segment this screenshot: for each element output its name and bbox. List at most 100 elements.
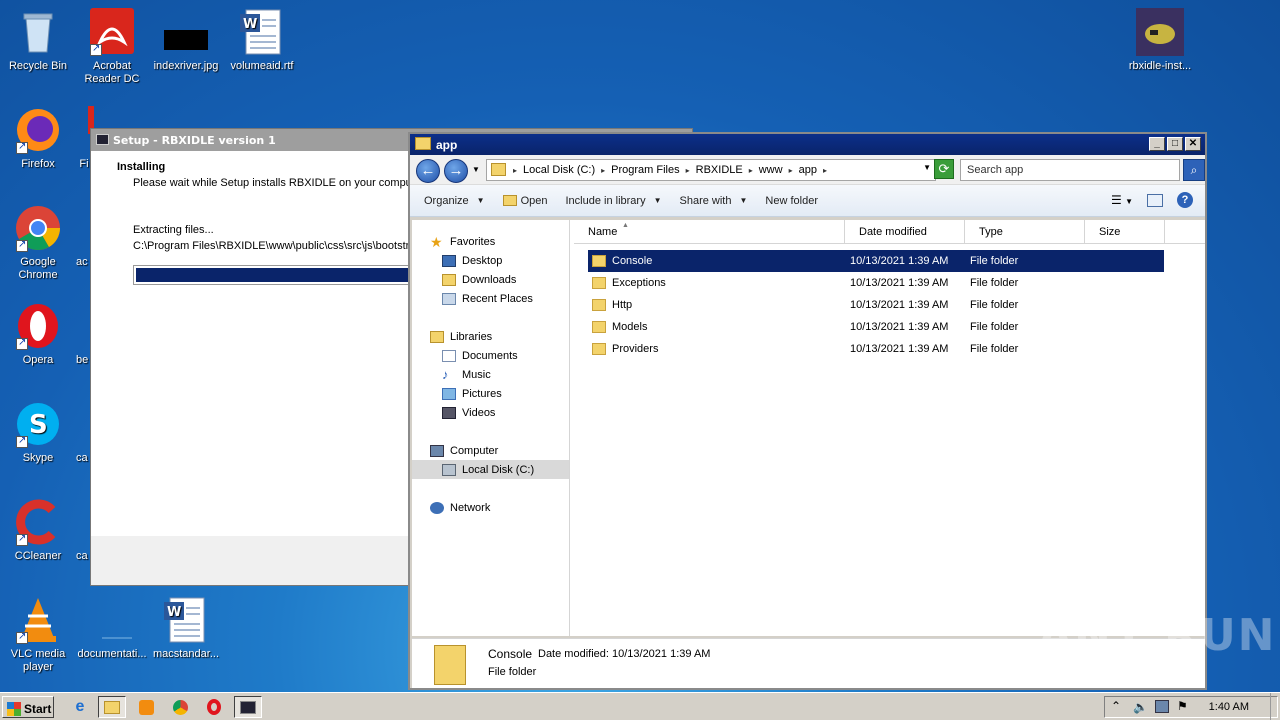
desktop-icon-label: ca [76, 550, 88, 562]
preview-pane-icon[interactable] [1147, 193, 1163, 207]
breadcrumb-rbxidle[interactable]: RBXIDLE [696, 164, 743, 176]
desktop-icon-label: Firefox [21, 158, 55, 170]
nav-documents[interactable]: Documents [412, 346, 569, 365]
desktop-icon-opera[interactable]: Opera [0, 302, 76, 367]
nav-libraries[interactable]: Libraries [412, 327, 569, 346]
breadcrumb-separator-icon[interactable]: ▸ [789, 166, 793, 175]
clock[interactable]: 1:40 AM [1209, 701, 1249, 713]
desktop-icon-acrobat[interactable]: Acrobat Reader DC [74, 8, 150, 86]
taskbar-explorer[interactable] [98, 696, 126, 718]
column-type[interactable]: Type [965, 220, 1085, 243]
setup-title: Setup - RBXIDLE version 1 [113, 134, 276, 147]
view-options-icon[interactable]: ☰ ▼ [1111, 193, 1133, 207]
breadcrumb-local-disk[interactable]: Local Disk (C:) [523, 164, 595, 176]
breadcrumb-separator-icon[interactable]: ▸ [513, 166, 517, 175]
desktop-icon-partial[interactable]: ca [76, 452, 90, 465]
nav-desktop[interactable]: Desktop [412, 251, 569, 270]
tray-expand-icon[interactable]: ⌃ [1111, 699, 1121, 713]
open-button[interactable]: Open [502, 195, 547, 207]
desktop-icon-volumeaid[interactable]: W volumeaid.rtf [224, 8, 300, 73]
new-folder-button[interactable]: New folder [765, 195, 818, 207]
nav-network[interactable]: Network [412, 498, 569, 517]
column-label: Date modified [859, 226, 927, 238]
show-desktop-button[interactable] [1270, 693, 1280, 720]
nav-music[interactable]: ♪ Music [412, 365, 569, 384]
desktop-icon-macstandar[interactable]: W macstandar... [148, 596, 224, 661]
desktop-icon-indexriver[interactable]: indexriver.jpg [148, 8, 224, 73]
nav-favorites[interactable]: ★ Favorites [412, 232, 569, 251]
breadcrumb-separator-icon[interactable]: ▸ [686, 166, 690, 175]
file-name: Http [612, 299, 633, 311]
nav-recent-places[interactable]: Recent Places [412, 289, 569, 308]
breadcrumb-separator-icon[interactable]: ▸ [601, 166, 605, 175]
column-size[interactable]: Size [1085, 220, 1165, 243]
network-tray-icon[interactable] [1155, 700, 1169, 713]
taskbar-opera[interactable] [200, 696, 228, 718]
file-row[interactable]: Providers 10/13/2021 1:39 AM File folder [588, 338, 1164, 360]
forward-button[interactable]: → [444, 159, 468, 183]
svg-text:S: S [29, 410, 48, 440]
nav-computer[interactable]: Computer [412, 441, 569, 460]
taskbar-chrome[interactable] [166, 696, 194, 718]
start-button[interactable]: Start [2, 696, 54, 718]
desktop-icon-recycle-bin[interactable]: Recycle Bin [0, 8, 76, 73]
explorer-window[interactable]: app _ □ ✕ ← → ▼ ▸ Local Disk (C:) ▸ Prog… [408, 132, 1207, 690]
desktop-icon-ccleaner[interactable]: CCleaner [0, 498, 76, 563]
desktop-icon-vlc[interactable]: VLC media player [0, 596, 76, 674]
desktop-icon-firefox[interactable]: Firefox [0, 106, 76, 171]
maximize-button[interactable]: □ [1167, 137, 1183, 151]
desktop-icon-partial[interactable]: be [76, 354, 90, 367]
breadcrumb-program-files[interactable]: Program Files [611, 164, 679, 176]
media-player-icon [138, 699, 154, 715]
dropdown-arrow-icon: ▼ [653, 196, 662, 205]
back-button[interactable]: ← [416, 159, 440, 183]
nav-downloads[interactable]: Downloads [412, 270, 569, 289]
desktop-icon-rbxidle[interactable]: rbxidle-inst... [1122, 8, 1198, 73]
desktop-icon-partial[interactable]: ac [76, 256, 90, 269]
close-button[interactable]: ✕ [1185, 137, 1201, 151]
flag-icon[interactable]: ⚑ [1177, 699, 1188, 713]
file-type: File folder [970, 343, 1019, 355]
desktop-icon-chrome[interactable]: Google Chrome [0, 204, 76, 282]
breadcrumb-app[interactable]: app [799, 164, 817, 176]
desktop-icon-partial[interactable]: ca [76, 550, 90, 563]
share-with-button[interactable]: Share with ▼ [680, 195, 748, 207]
organize-button[interactable]: Organize ▼ [424, 195, 485, 207]
nav-label: Network [450, 501, 491, 514]
nav-videos[interactable]: Videos [412, 403, 569, 422]
column-name[interactable]: Name ▲ [574, 220, 845, 243]
folder-icon [415, 137, 431, 150]
minimize-button[interactable]: _ [1149, 137, 1165, 151]
details-name: Console [488, 647, 533, 661]
recent-pages-dropdown-icon[interactable]: ▼ [472, 165, 480, 174]
address-bar[interactable]: ▸ Local Disk (C:) ▸ Program Files ▸ RBXI… [486, 159, 936, 181]
internet-explorer-icon: e [75, 698, 85, 715]
file-row[interactable]: Exceptions 10/13/2021 1:39 AM File folde… [588, 272, 1164, 294]
desktop-icon-skype[interactable]: S Skype [0, 400, 76, 465]
installer-icon [1136, 8, 1184, 56]
windows-logo-icon [7, 701, 21, 716]
include-in-library-button[interactable]: Include in library ▼ [565, 195, 661, 207]
taskbar-media-player[interactable] [132, 696, 160, 718]
file-row[interactable]: Models 10/13/2021 1:39 AM File folder [588, 316, 1164, 338]
explorer-title-bar[interactable]: app _ □ ✕ [410, 134, 1205, 155]
refresh-icon[interactable]: ⟳ [934, 159, 954, 179]
nav-pictures[interactable]: Pictures [412, 384, 569, 403]
file-row[interactable]: Http 10/13/2021 1:39 AM File folder [588, 294, 1164, 316]
file-row[interactable]: Console 10/13/2021 1:39 AM File folder [588, 250, 1164, 272]
help-icon[interactable]: ? [1177, 192, 1193, 208]
command-bar: Organize ▼ Open Include in library ▼ Share… [410, 185, 1205, 217]
breadcrumb-www[interactable]: www [759, 164, 783, 176]
breadcrumb-separator-icon[interactable]: ▸ [823, 166, 827, 175]
column-date-modified[interactable]: Date modified [845, 220, 965, 243]
volume-icon[interactable]: 🔈 [1133, 700, 1148, 714]
taskbar-ie[interactable]: e [66, 696, 94, 718]
address-dropdown-icon[interactable]: ▼ [923, 163, 931, 172]
dropdown-arrow-icon: ▼ [739, 196, 748, 205]
nav-local-disk[interactable]: Local Disk (C:) [412, 460, 569, 479]
search-input[interactable]: Search app [960, 159, 1180, 181]
taskbar-setup[interactable] [234, 696, 262, 718]
search-icon[interactable]: ⌕ [1183, 159, 1205, 181]
desktop-icon-documentati[interactable]: documentati... [74, 596, 150, 661]
breadcrumb-separator-icon[interactable]: ▸ [749, 166, 753, 175]
